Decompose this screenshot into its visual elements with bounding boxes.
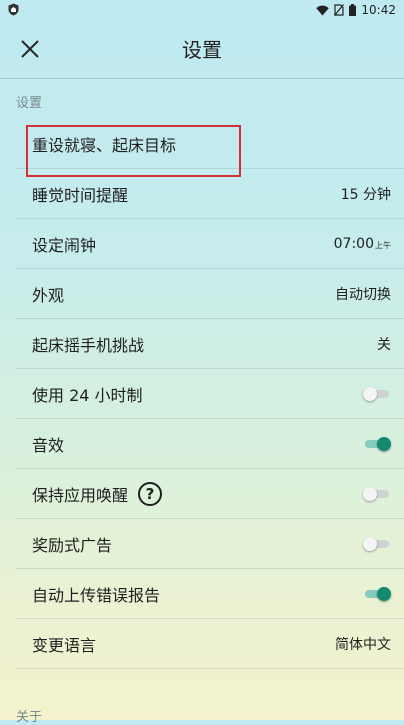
setting-label: 起床摇手机挑战 bbox=[32, 335, 145, 355]
setting-label: 重设就寝、起床目标 bbox=[32, 135, 177, 155]
alarm-time: 07:00 上午 bbox=[334, 236, 391, 252]
section-header-settings: 设置 bbox=[16, 96, 43, 111]
toggle-switch[interactable] bbox=[363, 435, 391, 453]
battery-icon bbox=[349, 4, 357, 16]
toggle-switch[interactable] bbox=[363, 485, 391, 503]
setting-set-alarm[interactable]: 设定闹钟 07:00 上午 bbox=[16, 219, 404, 269]
page-title: 设置 bbox=[182, 38, 222, 62]
no-sim-icon bbox=[334, 4, 345, 16]
toggle-thumb bbox=[377, 436, 391, 451]
status-time: 10:42 bbox=[361, 3, 396, 17]
setting-sleep-reminder[interactable]: 睡觉时间提醒 15 分钟 bbox=[16, 169, 404, 219]
setting-label: 保持应用唤醒 bbox=[32, 485, 129, 505]
setting-reset-bedtime-goal[interactable]: 重设就寝、起床目标 bbox=[16, 119, 404, 169]
toggle-switch[interactable] bbox=[363, 385, 391, 403]
setting-shake-challenge[interactable]: 起床摇手机挑战 关 bbox=[16, 319, 404, 369]
wifi-icon bbox=[316, 5, 330, 15]
settings-list: 重设就寝、起床目标 睡觉时间提醒 15 分钟 设定闹钟 07:00 上午 外观 … bbox=[0, 119, 404, 669]
setting-label: 变更语言 bbox=[32, 635, 97, 655]
alarm-time-value: 07:00 bbox=[333, 235, 374, 252]
app-header: 设置 bbox=[0, 20, 404, 79]
setting-use-24h[interactable]: 使用 24 小时制 bbox=[16, 369, 404, 419]
setting-value: 简体中文 bbox=[335, 636, 391, 653]
setting-value: 关 bbox=[377, 336, 391, 353]
toggle-switch[interactable] bbox=[363, 535, 391, 553]
toggle-thumb bbox=[377, 586, 391, 601]
toggle-thumb bbox=[363, 486, 377, 501]
toggle-switch[interactable] bbox=[363, 585, 391, 603]
setting-auto-upload-reports[interactable]: 自动上传错误报告 bbox=[16, 569, 404, 619]
setting-label: 外观 bbox=[32, 285, 65, 305]
setting-appearance[interactable]: 外观 自动切换 bbox=[16, 269, 404, 319]
setting-change-language[interactable]: 变更语言 简体中文 bbox=[16, 619, 404, 669]
setting-label: 音效 bbox=[32, 435, 65, 455]
setting-label: 设定闹钟 bbox=[32, 235, 97, 255]
setting-label: 自动上传错误报告 bbox=[32, 585, 161, 605]
toggle-thumb bbox=[363, 386, 377, 401]
setting-label: 使用 24 小时制 bbox=[32, 385, 143, 405]
help-icon[interactable]: ? bbox=[138, 481, 163, 506]
setting-keep-awake[interactable]: 保持应用唤醒 ? bbox=[16, 469, 404, 519]
alarm-ampm: 上午 bbox=[375, 240, 391, 250]
status-bar: 10:42 bbox=[0, 0, 404, 20]
section-header-about: 关于 bbox=[16, 710, 43, 725]
setting-value: 15 分钟 bbox=[340, 186, 391, 203]
setting-label-wrap: 保持应用唤醒 ? bbox=[32, 481, 163, 506]
setting-rewarded-ads[interactable]: 奖励式广告 bbox=[16, 519, 404, 569]
setting-label: 奖励式广告 bbox=[32, 535, 113, 555]
setting-sound[interactable]: 音效 bbox=[16, 419, 404, 469]
setting-value: 自动切换 bbox=[335, 286, 391, 303]
shield-icon bbox=[8, 3, 19, 16]
toggle-thumb bbox=[363, 536, 377, 551]
setting-label: 睡觉时间提醒 bbox=[32, 185, 129, 205]
